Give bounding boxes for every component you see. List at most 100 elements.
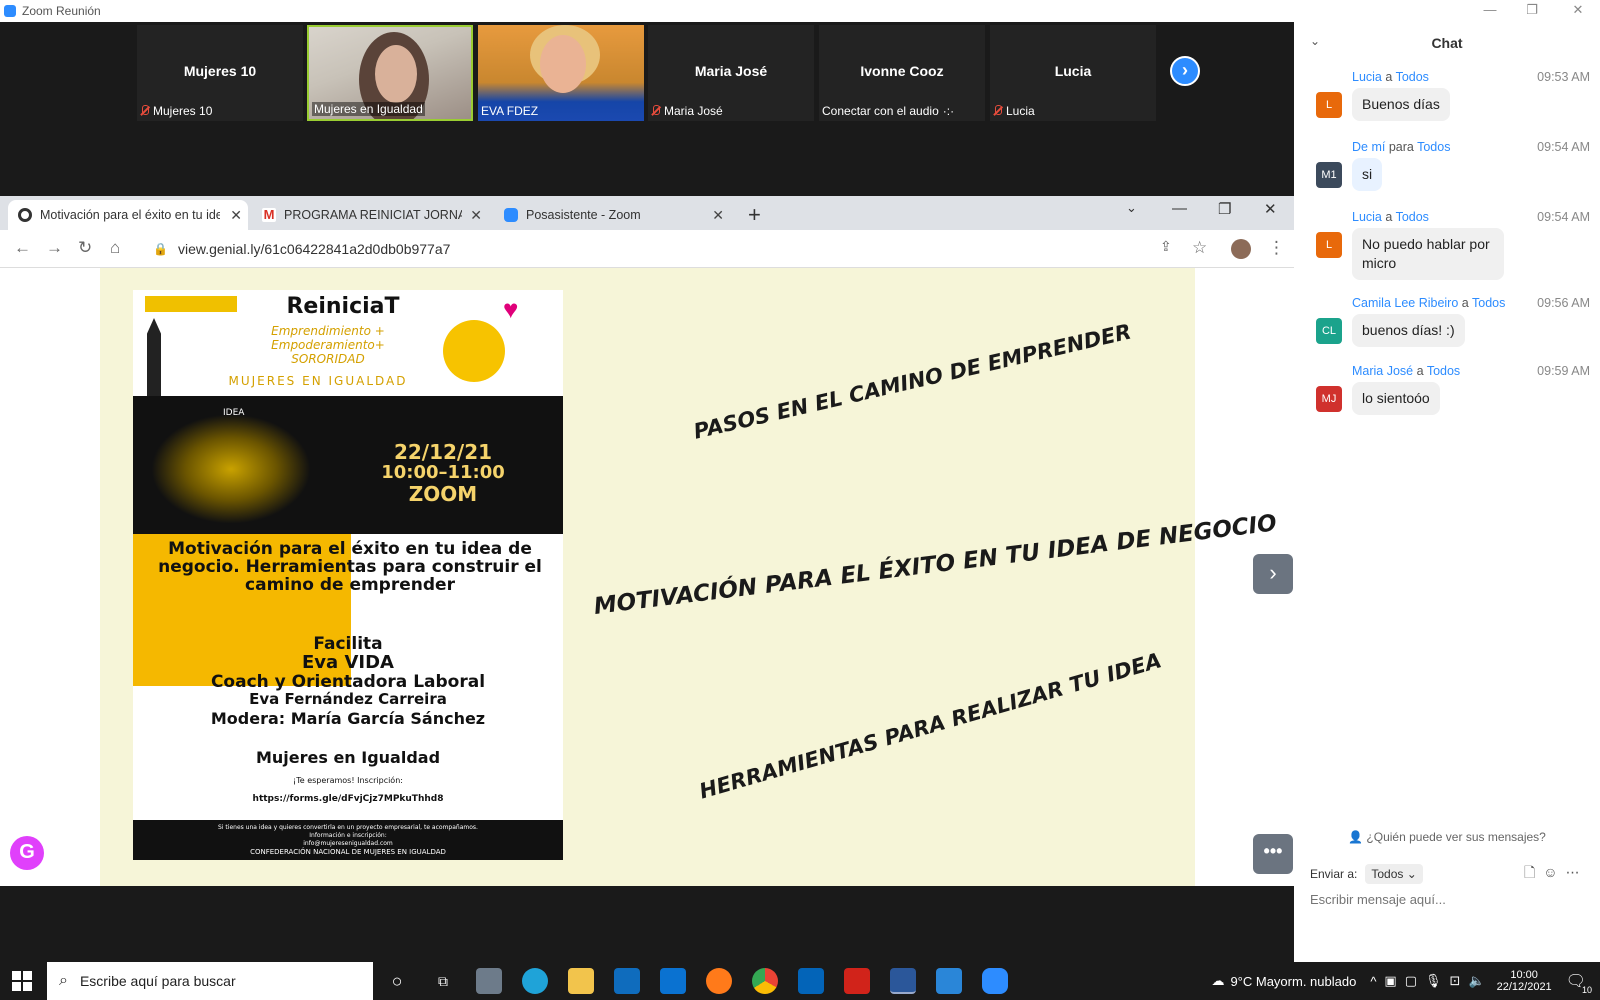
avatar: L: [1316, 232, 1342, 258]
outlook-icon[interactable]: [798, 968, 824, 994]
event-platform: ZOOM: [408, 482, 478, 506]
sender-name: Lucia: [1352, 210, 1382, 224]
muted-mic-icon: [993, 105, 1002, 117]
taskbar-search[interactable]: ⌕ Escribe aquí para buscar: [47, 962, 373, 1000]
slide-next-button[interactable]: ›: [1253, 554, 1293, 594]
search-icon: ⌕: [59, 972, 68, 989]
mail-icon[interactable]: [660, 968, 686, 994]
chat-message-input[interactable]: [1310, 888, 1590, 910]
send-to-label: Enviar a:: [1310, 867, 1358, 881]
slide-more-options-button[interactable]: •••: [1253, 834, 1293, 874]
cortana-icon[interactable]: ○: [384, 968, 410, 994]
clock[interactable]: 10:00 22/12/2021: [1497, 969, 1552, 993]
close-tab-icon[interactable]: ✕: [712, 207, 724, 224]
avatar: MJ: [1316, 386, 1342, 412]
network-icon[interactable]: ⊡: [1450, 973, 1461, 989]
recipient-name: Todos: [1426, 364, 1461, 378]
recipient-name: Todos: [1395, 210, 1429, 224]
file-manager-icon[interactable]: [476, 968, 502, 994]
participant-tile[interactable]: Maria José Maria José: [648, 25, 814, 121]
message-text: No puedo hablar por micro: [1352, 228, 1504, 280]
participant-name: Lucia: [1054, 63, 1092, 79]
clock-time: 10:00: [1510, 969, 1538, 981]
participant-tile-video[interactable]: Mujeres en Igualdad: [307, 25, 473, 121]
acrobat-icon[interactable]: [844, 968, 870, 994]
explorer-folder-icon[interactable]: [568, 968, 594, 994]
send-to-dropdown[interactable]: Todos ⌄: [1365, 864, 1423, 884]
close-tab-icon[interactable]: ✕: [470, 207, 482, 224]
back-arrow-icon[interactable]: ←: [14, 238, 31, 258]
poster-title: ReiniciaT: [286, 294, 400, 319]
share-icon[interactable]: ⇪: [1160, 238, 1172, 255]
to-word: a: [1385, 210, 1393, 224]
idea-tornado-graphic: [151, 414, 311, 524]
task-view-icon[interactable]: ⧉: [430, 968, 456, 994]
tray-chevron-icon[interactable]: ^: [1370, 974, 1376, 989]
weather-text[interactable]: 9°C Mayorm. nublado: [1230, 974, 1356, 989]
minimize-icon[interactable]: —: [1468, 0, 1512, 20]
genially-logo-icon[interactable]: G: [10, 836, 44, 870]
browser-close-icon[interactable]: ✕: [1264, 200, 1277, 218]
participant-tile-video[interactable]: EVA FDEZ: [478, 25, 644, 121]
word-icon[interactable]: [890, 968, 916, 994]
bookmark-star-icon[interactable]: ☆: [1192, 238, 1207, 258]
more-icon[interactable]: ⋯: [1566, 864, 1588, 880]
windows-start-icon[interactable]: [12, 971, 32, 991]
file-icon[interactable]: 🗋: [1524, 864, 1543, 880]
home-icon[interactable]: ⌂: [110, 238, 120, 258]
people-icon: 👤: [1348, 830, 1364, 844]
poster-tagline-2: Empoderamiento+: [271, 338, 385, 352]
reload-icon[interactable]: ↻: [78, 238, 92, 258]
profile-avatar[interactable]: [1231, 239, 1251, 259]
tray-device-icon[interactable]: ▢: [1405, 973, 1417, 989]
browser-restore-icon[interactable]: ❐: [1218, 200, 1231, 218]
heart-icon: ♥: [503, 294, 519, 324]
participant-label: Mujeres 10: [153, 104, 213, 118]
participant-label: Conectar con el audio: [822, 104, 939, 118]
participant-tile[interactable]: Ivonne Cooz Conectar con el audio ·:·: [819, 25, 985, 121]
event-time: 10:00–11:00: [381, 462, 505, 483]
tray-mic-icon[interactable]: 🎙: [1425, 973, 1442, 989]
chat-header: ⌄ Chat: [1294, 22, 1600, 62]
tray-meet-icon[interactable]: ▣: [1384, 973, 1396, 989]
browser-minimize-icon[interactable]: —: [1172, 200, 1187, 217]
zoom-taskbar-icon[interactable]: [982, 968, 1008, 994]
chrome-icon[interactable]: [752, 968, 778, 994]
tab-title: PROGRAMA REINICIAT JORNADA: [284, 208, 462, 222]
poster-facilita: Facilita: [313, 634, 383, 654]
url-field[interactable]: 🔒 view.genial.ly/61c06422841a2d0db0b977a…: [145, 234, 1190, 264]
who-can-see-link[interactable]: 👤 ¿Quién puede ver sus mensajes?: [1294, 824, 1600, 850]
participant-name: Maria José: [694, 63, 768, 79]
browser-menu-icon[interactable]: ⋮: [1268, 238, 1285, 258]
browser-tab-genially[interactable]: Motivación para el éxito en tu ide ✕: [8, 200, 248, 230]
new-tab-button[interactable]: +: [748, 202, 761, 228]
participant-gallery: Mujeres 10 Mujeres 10 Mujeres en Igualda…: [0, 22, 1294, 196]
message-header: De mí para Todos: [1352, 140, 1450, 154]
emoji-icon[interactable]: ☺: [1543, 864, 1565, 880]
participant-tile[interactable]: Lucia Lucia: [990, 25, 1156, 121]
edge-icon[interactable]: [522, 968, 548, 994]
shared-browser-window: Motivación para el éxito en tu ide ✕ M P…: [0, 196, 1294, 886]
volume-icon[interactable]: 🔈: [1468, 973, 1484, 989]
poster-link[interactable]: https://forms.gle/dFvjCjz7MPkuThhd8: [133, 794, 563, 804]
gallery-next-button[interactable]: ›: [1170, 56, 1200, 86]
restore-icon[interactable]: ❐: [1510, 0, 1554, 20]
close-tab-icon[interactable]: ✕: [230, 207, 242, 224]
browser-tab-gmail[interactable]: M PROGRAMA REINICIAT JORNADA ✕: [252, 200, 488, 230]
close-icon[interactable]: ✕: [1556, 0, 1600, 20]
firefox-icon[interactable]: [706, 968, 732, 994]
tab-search-chevron-icon[interactable]: ⌄: [1126, 200, 1137, 216]
browser-tab-zoom[interactable]: Posasistente - Zoom ✕: [494, 200, 730, 230]
message-header: Lucia a Todos: [1352, 70, 1429, 84]
poster-footer-4: CONFEDERACIÓN NACIONAL DE MUJERES EN IGU…: [250, 848, 446, 856]
notification-center-icon[interactable]: 🗨 10: [1566, 971, 1592, 995]
participant-label: Lucia: [1006, 104, 1035, 118]
store-icon[interactable]: [614, 968, 640, 994]
poster-header: ReiniciaT Emprendimiento + Empoderamient…: [133, 290, 563, 396]
forward-arrow-icon[interactable]: →: [46, 238, 63, 258]
to-word: a: [1416, 364, 1424, 378]
chat-tools: 🗋☺⋯: [1524, 862, 1588, 886]
participant-tile[interactable]: Mujeres 10 Mujeres 10: [137, 25, 303, 121]
photos-icon[interactable]: [936, 968, 962, 994]
who-can-see-text: ¿Quién puede ver sus mensajes?: [1366, 830, 1546, 844]
